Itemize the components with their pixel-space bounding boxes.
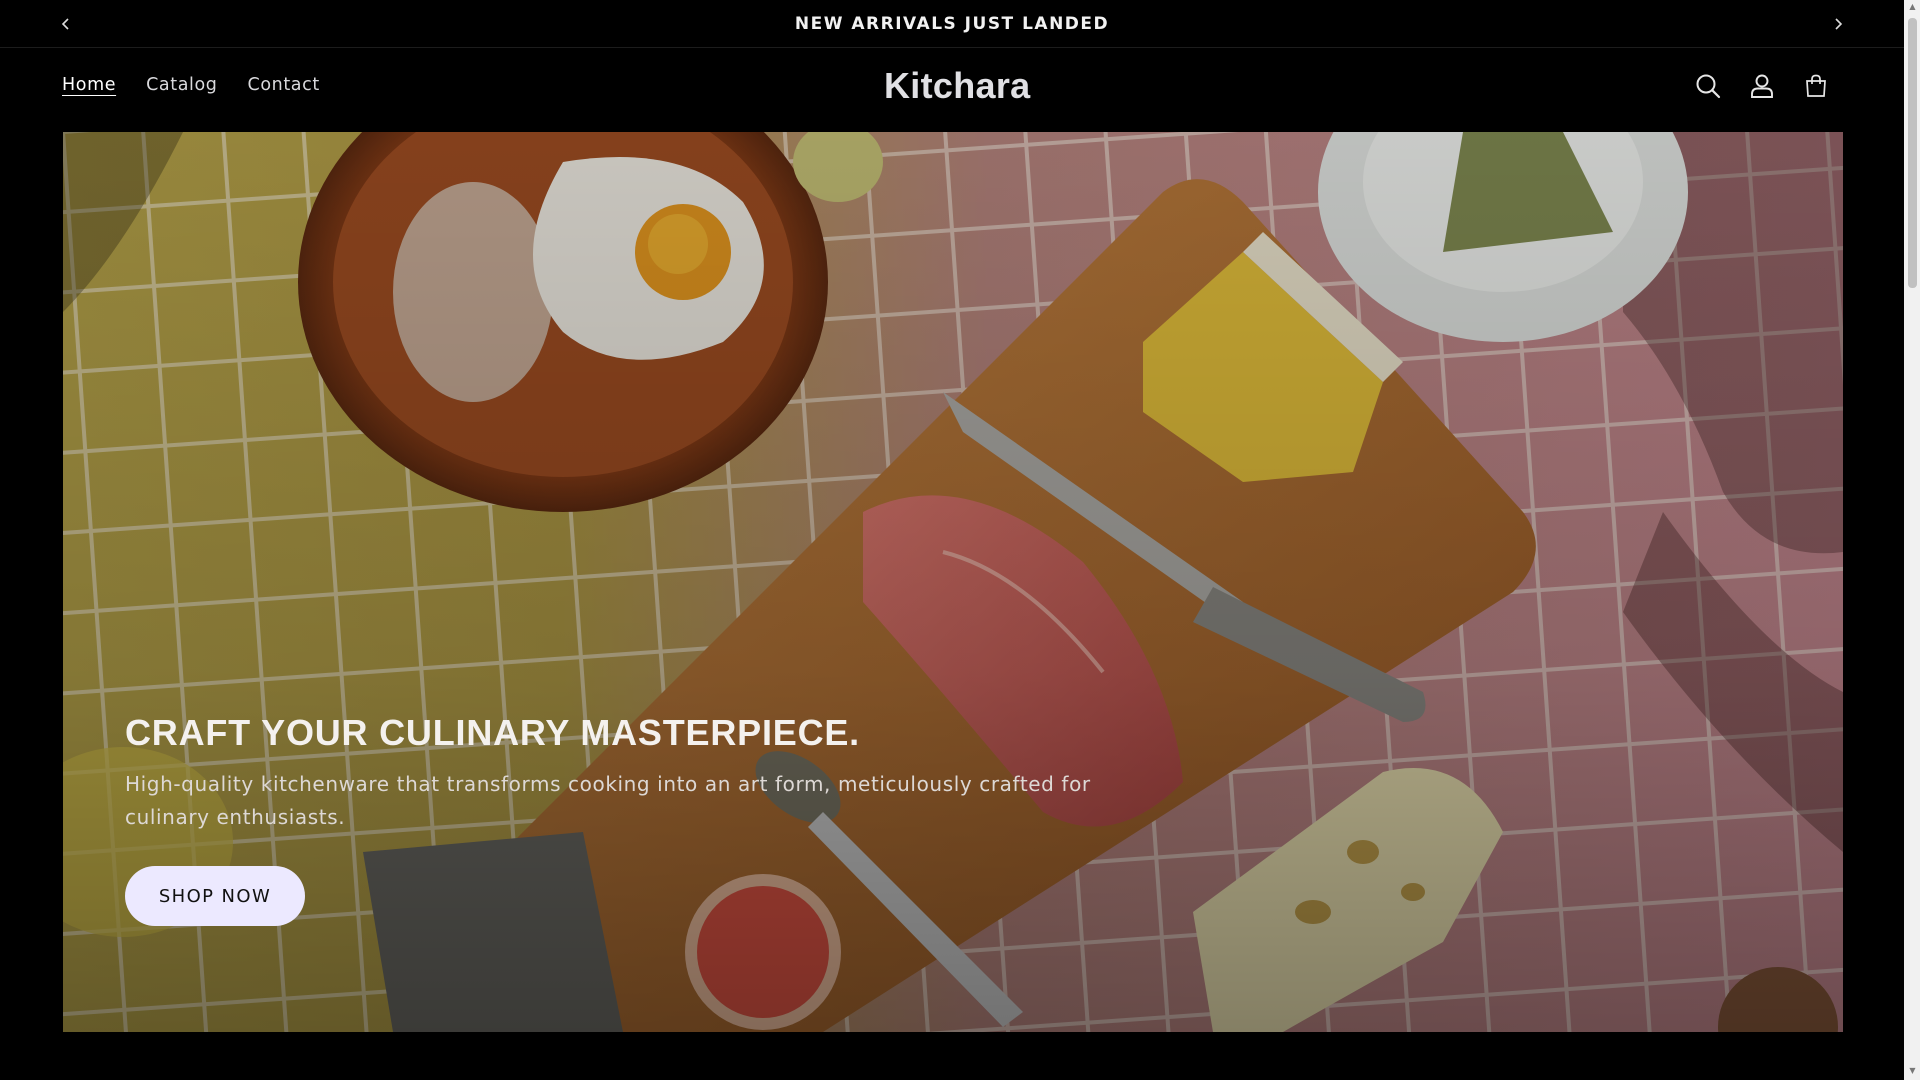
account-icon <box>1751 74 1773 98</box>
announcement-next-button[interactable] <box>1826 12 1850 36</box>
announcement-prev-button[interactable] <box>54 12 78 36</box>
cart-icon <box>1806 74 1826 97</box>
nav-catalog[interactable]: Catalog <box>146 75 217 95</box>
page-scrollbar[interactable]: ▲ ▼ <box>1904 0 1920 1080</box>
hero-subtitle: High-quality kitchenware that transforms… <box>125 772 1091 829</box>
shop-now-button[interactable]: SHOP NOW <box>125 866 305 926</box>
site-header: Home Catalog Contact Kitchara <box>0 49 1904 132</box>
account-button[interactable] <box>1746 70 1778 102</box>
scrollbar-thumb[interactable] <box>1908 18 1917 288</box>
site-logo[interactable]: Kitchara <box>884 65 1030 107</box>
hero-banner: CRAFT YOUR CULINARY MASTERPIECE. High-qu… <box>63 132 1843 1032</box>
hero-title: CRAFT YOUR CULINARY MASTERPIECE. <box>125 712 860 753</box>
scroll-down-icon[interactable]: ▼ <box>1908 1066 1917 1075</box>
main-nav: Home Catalog Contact <box>62 75 320 95</box>
hero-content: CRAFT YOUR CULINARY MASTERPIECE. High-qu… <box>125 712 1225 926</box>
cart-button[interactable] <box>1800 70 1832 102</box>
announcement-bar: NEW ARRIVALS JUST LANDED <box>0 0 1904 48</box>
header-icons <box>1692 70 1832 102</box>
scroll-up-icon[interactable]: ▲ <box>1908 2 1917 11</box>
search-button[interactable] <box>1692 70 1724 102</box>
search-icon <box>1696 74 1721 99</box>
chevron-left-icon <box>61 18 69 30</box>
nav-contact[interactable]: Contact <box>248 75 320 95</box>
announcement-text: NEW ARRIVALS JUST LANDED <box>794 13 1110 34</box>
page: NEW ARRIVALS JUST LANDED Home Catalog Co… <box>0 0 1904 1080</box>
chevron-right-icon <box>1835 18 1843 30</box>
nav-home[interactable]: Home <box>62 75 116 95</box>
